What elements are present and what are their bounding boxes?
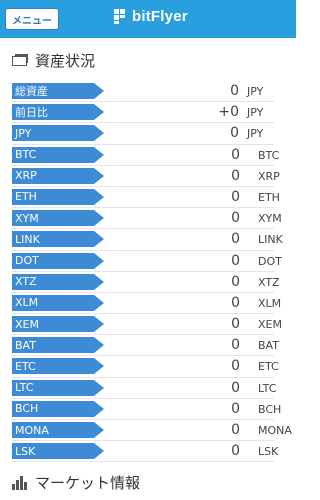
asset-amount: 0 bbox=[231, 337, 240, 354]
asset-amount: 0 bbox=[231, 167, 240, 184]
asset-label: 総資産 bbox=[12, 83, 104, 99]
asset-row: MONA 0 MONA bbox=[12, 420, 292, 442]
asset-unit: XYM bbox=[258, 212, 282, 226]
menu-button[interactable]: メニュー bbox=[5, 8, 59, 30]
asset-row: BAT 0 BAT bbox=[12, 335, 279, 357]
asset-list: 総資産 0 JPY 前日比 +0 JPY JPY 0 JPY BTC 0 BTC XRP 0 XRP ETH 0… bbox=[12, 81, 292, 463]
asset-unit: JPY bbox=[247, 106, 264, 120]
asset-unit: BCH bbox=[258, 402, 282, 416]
asset-label: LTC bbox=[12, 379, 104, 396]
asset-amount: 0 bbox=[231, 443, 240, 460]
asset-amount: 0 bbox=[231, 273, 240, 290]
asset-row: 総資産 0 JPY bbox=[12, 81, 274, 103]
asset-row: BTC 0 BTC bbox=[12, 145, 279, 166]
asset-amount: 0 bbox=[231, 146, 240, 163]
asset-unit: LSK bbox=[258, 445, 279, 459]
asset-label: XRP bbox=[12, 167, 104, 184]
asset-unit: JPY bbox=[247, 127, 264, 141]
asset-unit: LTC bbox=[258, 381, 277, 395]
asset-row: ETC 0 ETC bbox=[12, 356, 279, 378]
asset-row: BCH 0 BCH bbox=[12, 399, 281, 420]
assets-section-title: 資産状況 bbox=[12, 50, 95, 70]
asset-amount: 0 bbox=[231, 294, 240, 311]
asset-amount: 0 bbox=[231, 252, 240, 269]
asset-row: XLM 0 XLM bbox=[12, 293, 281, 315]
asset-unit: ETC bbox=[258, 360, 279, 374]
asset-label: XLM bbox=[12, 294, 104, 311]
asset-label: BTC bbox=[12, 146, 104, 163]
asset-amount: 0 bbox=[231, 188, 240, 205]
asset-unit: MONA bbox=[258, 424, 292, 437]
asset-row: LTC 0 LTC bbox=[12, 378, 277, 399]
asset-row: LINK 0 LINK bbox=[12, 229, 283, 251]
asset-label: 前日比 bbox=[12, 104, 104, 121]
asset-amount: 0 bbox=[231, 379, 240, 396]
app-header: メニュー bitFlyer bbox=[0, 0, 296, 38]
asset-row: DOT 0 DOT bbox=[12, 251, 282, 272]
asset-amount: 0 bbox=[230, 83, 239, 99]
asset-amount: 0 bbox=[230, 125, 239, 142]
asset-unit: XLM bbox=[258, 296, 282, 310]
asset-row: ETH 0 ETH bbox=[12, 187, 280, 209]
asset-unit: XTZ bbox=[258, 275, 280, 289]
asset-label: ETH bbox=[12, 188, 104, 205]
asset-amount: 0 bbox=[231, 422, 240, 438]
asset-unit: BAT bbox=[258, 339, 279, 353]
asset-unit: ETH bbox=[258, 190, 280, 204]
asset-unit: LINK bbox=[258, 233, 283, 247]
asset-label: BAT bbox=[12, 337, 104, 354]
asset-label: XEM bbox=[12, 316, 104, 333]
assets-title-text: 資産状況 bbox=[35, 51, 96, 70]
asset-row: XYM 0 XYM bbox=[12, 208, 282, 230]
asset-row: XEM 0 XEM bbox=[12, 314, 282, 336]
asset-row: XRP 0 XRP bbox=[12, 166, 280, 187]
wallet-icon bbox=[12, 53, 29, 67]
asset-unit: XEM bbox=[258, 318, 282, 332]
asset-row: LSK 0 LSK bbox=[12, 441, 278, 463]
asset-amount: 0 bbox=[231, 231, 240, 248]
asset-unit: XRP bbox=[258, 169, 280, 183]
asset-label: ETC bbox=[12, 358, 104, 375]
asset-amount: 0 bbox=[231, 210, 240, 227]
asset-amount: 0 bbox=[231, 316, 240, 333]
brand-name: bitFlyer bbox=[132, 7, 188, 25]
market-title-text: マーケット情報 bbox=[35, 473, 141, 492]
asset-label: MONA bbox=[12, 422, 104, 438]
asset-label: JPY bbox=[12, 125, 104, 142]
asset-unit: JPY bbox=[247, 85, 264, 98]
market-section-title: マーケット情報 bbox=[12, 472, 140, 492]
asset-label: XTZ bbox=[12, 273, 104, 290]
bitflyer-logo-icon bbox=[114, 9, 128, 24]
asset-label: XYM bbox=[12, 210, 104, 227]
brand-logo[interactable]: bitFlyer bbox=[114, 6, 188, 26]
asset-row: XTZ 0 XTZ bbox=[12, 272, 280, 293]
bar-chart-icon bbox=[12, 475, 29, 490]
asset-label: LSK bbox=[12, 443, 104, 460]
asset-unit: BTC bbox=[258, 148, 280, 162]
asset-amount: 0 bbox=[231, 400, 240, 417]
asset-row: 前日比 +0 JPY bbox=[12, 102, 274, 124]
asset-row: JPY 0 JPY bbox=[12, 123, 274, 145]
asset-amount: +0 bbox=[218, 104, 239, 121]
asset-unit: DOT bbox=[258, 254, 282, 268]
asset-label: DOT bbox=[12, 252, 104, 269]
asset-label: BCH bbox=[12, 400, 104, 417]
asset-label: LINK bbox=[12, 231, 104, 248]
asset-amount: 0 bbox=[231, 358, 240, 375]
